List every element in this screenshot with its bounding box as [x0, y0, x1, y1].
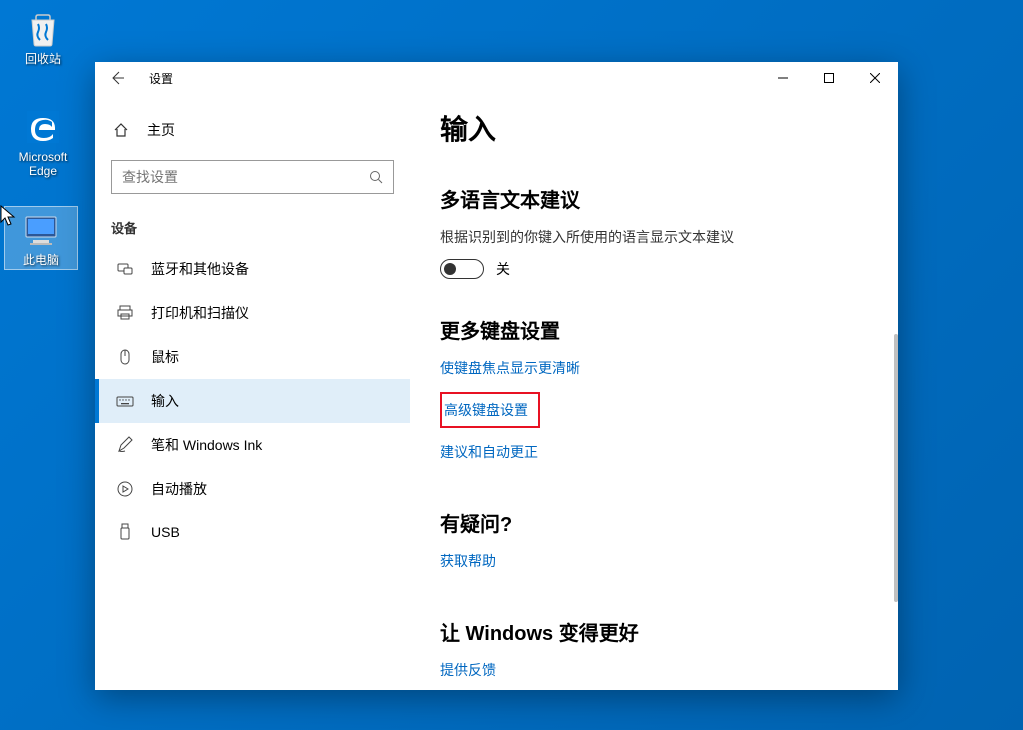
section-feedback: 让 Windows 变得更好 提供反馈	[440, 617, 868, 690]
nav-item-pen[interactable]: 笔和 Windows Ink	[95, 423, 410, 467]
section-questions: 有疑问? 获取帮助	[440, 508, 868, 585]
nav-list: 蓝牙和其他设备 打印机和扫描仪 鼠标 输入 笔和 Windows Ink	[95, 247, 410, 553]
scrollbar-thumb[interactable]	[894, 334, 898, 602]
bluetooth-icon	[115, 260, 135, 278]
autoplay-icon	[115, 480, 135, 498]
toggle-multilang[interactable]	[440, 259, 484, 279]
link-corrections[interactable]: 建议和自动更正	[440, 442, 538, 462]
desktop-icon-recycle-bin[interactable]: 回收站	[6, 6, 80, 68]
content-area: 输入 多语言文本建议 根据识别到的你键入所使用的语言显示文本建议 关 更多键盘设…	[410, 94, 898, 690]
link-keyboard-focus[interactable]: 使键盘焦点显示更清晰	[440, 358, 580, 378]
section-description: 根据识别到的你键入所使用的语言显示文本建议	[440, 227, 868, 247]
home-icon	[111, 122, 131, 138]
settings-window: 设置 主页 设备	[95, 62, 898, 690]
computer-icon	[20, 209, 62, 251]
nav-item-printers[interactable]: 打印机和扫描仪	[95, 291, 410, 335]
link-get-help[interactable]: 获取帮助	[440, 551, 496, 571]
nav-item-label: USB	[151, 524, 180, 540]
nav-item-label: 蓝牙和其他设备	[151, 259, 249, 279]
desktop-icon-label: 回收站	[25, 52, 61, 66]
search-box[interactable]	[111, 160, 394, 194]
minimize-button[interactable]	[760, 62, 806, 94]
desktop-icon-label: 此电脑	[23, 253, 59, 267]
usb-icon	[115, 523, 135, 541]
maximize-button[interactable]	[806, 62, 852, 94]
section-multilang: 多语言文本建议 根据识别到的你键入所使用的语言显示文本建议 关	[440, 184, 868, 279]
sidebar-section-label: 设备	[95, 212, 410, 247]
nav-item-label: 输入	[151, 391, 179, 411]
desktop-icon-this-pc[interactable]: 此电脑	[4, 206, 78, 270]
section-heading: 让 Windows 变得更好	[440, 617, 868, 646]
printer-icon	[115, 304, 135, 322]
recycle-bin-icon	[22, 8, 64, 50]
sidebar: 主页 设备 蓝牙和其他设备 打印机和扫描仪	[95, 94, 410, 690]
nav-item-autoplay[interactable]: 自动播放	[95, 467, 410, 511]
home-button[interactable]: 主页	[95, 112, 410, 148]
keyboard-icon	[115, 392, 135, 410]
desktop-icon-edge[interactable]: Microsoft Edge	[6, 104, 80, 181]
toggle-state-label: 关	[496, 259, 510, 279]
section-heading: 更多键盘设置	[440, 315, 868, 344]
link-feedback[interactable]: 提供反馈	[440, 660, 496, 680]
close-button[interactable]	[852, 62, 898, 94]
nav-item-label: 打印机和扫描仪	[151, 303, 249, 323]
search-icon	[369, 170, 383, 184]
link-advanced-keyboard[interactable]: 高级键盘设置	[444, 400, 528, 420]
back-button[interactable]	[103, 64, 131, 92]
nav-item-usb[interactable]: USB	[95, 511, 410, 553]
nav-item-label: 自动播放	[151, 479, 207, 499]
page-title: 输入	[440, 108, 868, 148]
window-title: 设置	[149, 70, 173, 87]
nav-item-typing[interactable]: 输入	[95, 379, 410, 423]
desktop-icon-label: Microsoft Edge	[8, 150, 78, 179]
section-more-keyboard: 更多键盘设置 使键盘焦点显示更清晰 高级键盘设置 建议和自动更正	[440, 315, 868, 476]
edge-icon	[22, 106, 64, 148]
pen-icon	[115, 436, 135, 454]
mouse-icon	[115, 348, 135, 366]
section-heading: 多语言文本建议	[440, 184, 868, 213]
window-controls	[760, 62, 898, 94]
highlight-advanced-keyboard: 高级键盘设置	[440, 392, 540, 428]
nav-item-mouse[interactable]: 鼠标	[95, 335, 410, 379]
search-input[interactable]	[122, 169, 369, 185]
section-heading: 有疑问?	[440, 508, 868, 537]
nav-item-label: 笔和 Windows Ink	[151, 435, 262, 455]
titlebar: 设置	[95, 62, 898, 94]
nav-item-label: 鼠标	[151, 347, 179, 367]
nav-item-bluetooth[interactable]: 蓝牙和其他设备	[95, 247, 410, 291]
home-label: 主页	[147, 120, 175, 140]
